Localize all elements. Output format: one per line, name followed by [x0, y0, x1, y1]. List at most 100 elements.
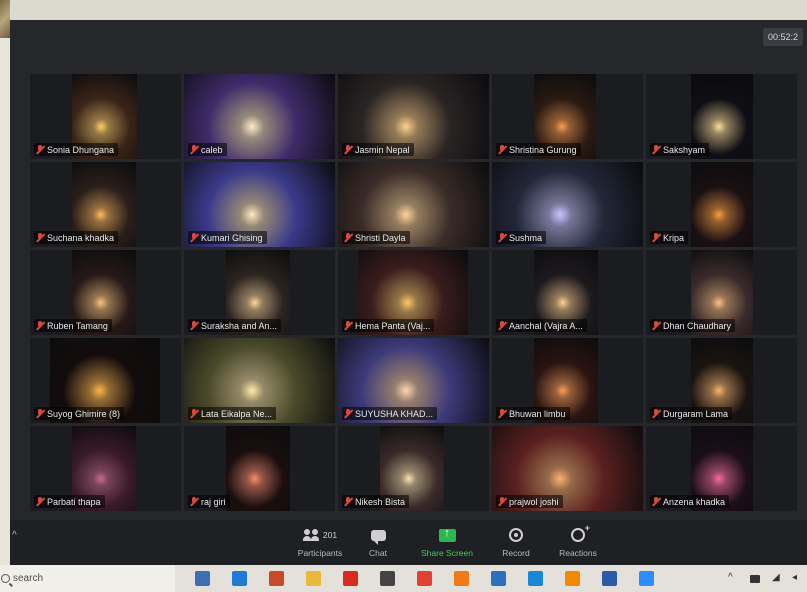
muted-mic-icon	[36, 497, 44, 506]
participant-name: Sakshyam	[663, 144, 706, 155]
participant-name-tag: Suraksha and An...	[188, 319, 282, 332]
muted-mic-icon	[190, 145, 198, 154]
participant-name-tag: Bhuwan limbu	[496, 407, 570, 420]
task-view-icon[interactable]	[195, 571, 210, 586]
participant-gallery: Sonia Dhungana caleb Jasmin Nepal Shristina…	[30, 74, 797, 511]
participant-tile[interactable]: raj giri	[184, 426, 335, 511]
share-screen-label: Share Screen	[421, 548, 473, 558]
participant-name: Hema Panta (Vaj...	[355, 320, 431, 331]
participant-tile[interactable]: Shristina Gurung	[492, 74, 643, 159]
edge-icon[interactable]	[528, 571, 543, 586]
participant-name-tag: Nikesh Bista	[342, 495, 410, 508]
participant-name-tag: Durgaram Lama	[650, 407, 733, 420]
photos-icon[interactable]	[491, 571, 506, 586]
record-button[interactable]: Record	[481, 526, 551, 558]
file-explorer-icon[interactable]	[306, 571, 321, 586]
mail-icon[interactable]	[232, 571, 247, 586]
muted-mic-icon	[190, 409, 198, 418]
participant-tile[interactable]: Sakshyam	[646, 74, 797, 159]
participant-name: caleb	[201, 144, 223, 155]
record-icon	[509, 528, 523, 542]
participant-tile[interactable]: Jasmin Nepal	[338, 74, 489, 159]
participant-name: Sonia Dhungana	[47, 144, 115, 155]
participant-tile[interactable]: Nikesh Bista	[338, 426, 489, 511]
tray-volume-icon[interactable]: ◂	[792, 572, 797, 583]
participant-name-tag: Sakshyam	[650, 143, 710, 156]
chevron-up-icon[interactable]: ^	[12, 530, 17, 541]
muted-mic-icon	[498, 233, 506, 242]
search-icon	[1, 574, 10, 583]
store-icon[interactable]	[380, 571, 395, 586]
chrome-icon[interactable]	[417, 571, 432, 586]
participant-tile[interactable]: prajwol joshi	[492, 426, 643, 511]
word-icon[interactable]	[602, 571, 617, 586]
participant-name-tag: Jasmin Nepal	[342, 143, 414, 156]
muted-mic-icon	[36, 145, 44, 154]
acrobat-icon[interactable]	[343, 571, 358, 586]
chat-icon	[370, 529, 386, 545]
record-label: Record	[502, 548, 530, 558]
background-photo-edge	[0, 0, 10, 38]
muted-mic-icon	[498, 145, 506, 154]
share-screen-button[interactable]: Share Screen	[412, 526, 482, 559]
participant-name: Aanchal (Vajra A...	[509, 320, 583, 331]
participant-name: Jasmin Nepal	[355, 144, 410, 155]
participant-name: Bhuwan limbu	[509, 408, 566, 419]
participant-name-tag: Suchana khadka	[34, 231, 119, 244]
participant-name-tag: Sonia Dhungana	[34, 143, 119, 156]
participant-tile[interactable]: Parbati thapa	[30, 426, 181, 511]
participant-tile[interactable]: Durgaram Lama	[646, 338, 797, 423]
participant-name-tag: Lata Eikalpa Ne...	[188, 407, 277, 420]
participant-name-tag: Shristina Gurung	[496, 143, 581, 156]
chat-button[interactable]: Chat	[343, 526, 413, 558]
firefox-icon[interactable]	[454, 571, 469, 586]
participant-name-tag: Kripa	[650, 231, 689, 244]
muted-mic-icon	[652, 321, 660, 330]
participant-name-tag: Shristi Dayla	[342, 231, 410, 244]
tray-chevron-icon[interactable]: ^	[728, 572, 733, 583]
zoom-app-icon[interactable]	[639, 571, 654, 586]
participant-name: Ruben Tamang	[47, 320, 108, 331]
participant-name: Shristi Dayla	[355, 232, 406, 243]
taskbar-search[interactable]: search	[0, 565, 175, 592]
participant-tile[interactable]: SUYUSHA KHAD...	[338, 338, 489, 423]
participant-tile[interactable]: Aanchal (Vajra A...	[492, 250, 643, 335]
muted-mic-icon	[344, 409, 352, 418]
taskbar-search-text: search	[13, 573, 44, 584]
tray-monitor-icon[interactable]	[750, 575, 760, 583]
participant-name: Suraksha and An...	[201, 320, 278, 331]
powerpoint-icon[interactable]	[269, 571, 284, 586]
reactions-button[interactable]: Reactions	[543, 523, 613, 558]
participant-tile[interactable]: Dhan Chaudhary	[646, 250, 797, 335]
meeting-toolbar: ^ 201 Participants Chat Share Screen Rec…	[10, 520, 807, 565]
participant-tile[interactable]: Bhuwan limbu	[492, 338, 643, 423]
tray-wifi-icon[interactable]: ◢	[772, 572, 780, 583]
participant-name-tag: raj giri	[188, 495, 230, 508]
participant-name: Durgaram Lama	[663, 408, 729, 419]
windows-taskbar: search ^ ◢ ◂	[0, 565, 807, 592]
participant-tile[interactable]: Shristi Dayla	[338, 162, 489, 247]
participant-tile[interactable]: Sonia Dhungana	[30, 74, 181, 159]
vlc-icon[interactable]	[565, 571, 580, 586]
participant-tile[interactable]: Sushma	[492, 162, 643, 247]
participant-tile[interactable]: Suchana khadka	[30, 162, 181, 247]
participant-video	[691, 162, 753, 247]
participant-tile[interactable]: Hema Panta (Vaj...	[338, 250, 489, 335]
participant-tile[interactable]: Kripa	[646, 162, 797, 247]
participant-tile[interactable]: Lata Eikalpa Ne...	[184, 338, 335, 423]
participant-tile[interactable]: Suyog Ghimire (8)	[30, 338, 181, 423]
participant-tile[interactable]: Suraksha and An...	[184, 250, 335, 335]
participant-tile[interactable]: Ruben Tamang	[30, 250, 181, 335]
muted-mic-icon	[190, 233, 198, 242]
participant-tile[interactable]: caleb	[184, 74, 335, 159]
participant-name: Suyog Ghimire (8)	[47, 408, 121, 419]
muted-mic-icon	[498, 321, 506, 330]
participant-name-tag: Parbati thapa	[34, 495, 105, 508]
muted-mic-icon	[344, 145, 352, 154]
muted-mic-icon	[498, 497, 506, 506]
participant-tile[interactable]: Anzena khadka	[646, 426, 797, 511]
participant-name: Anzena khadka	[663, 496, 726, 507]
participant-name-tag: SUYUSHA KHAD...	[342, 407, 438, 420]
participant-tile[interactable]: Kumari Ghising	[184, 162, 335, 247]
muted-mic-icon	[36, 321, 44, 330]
